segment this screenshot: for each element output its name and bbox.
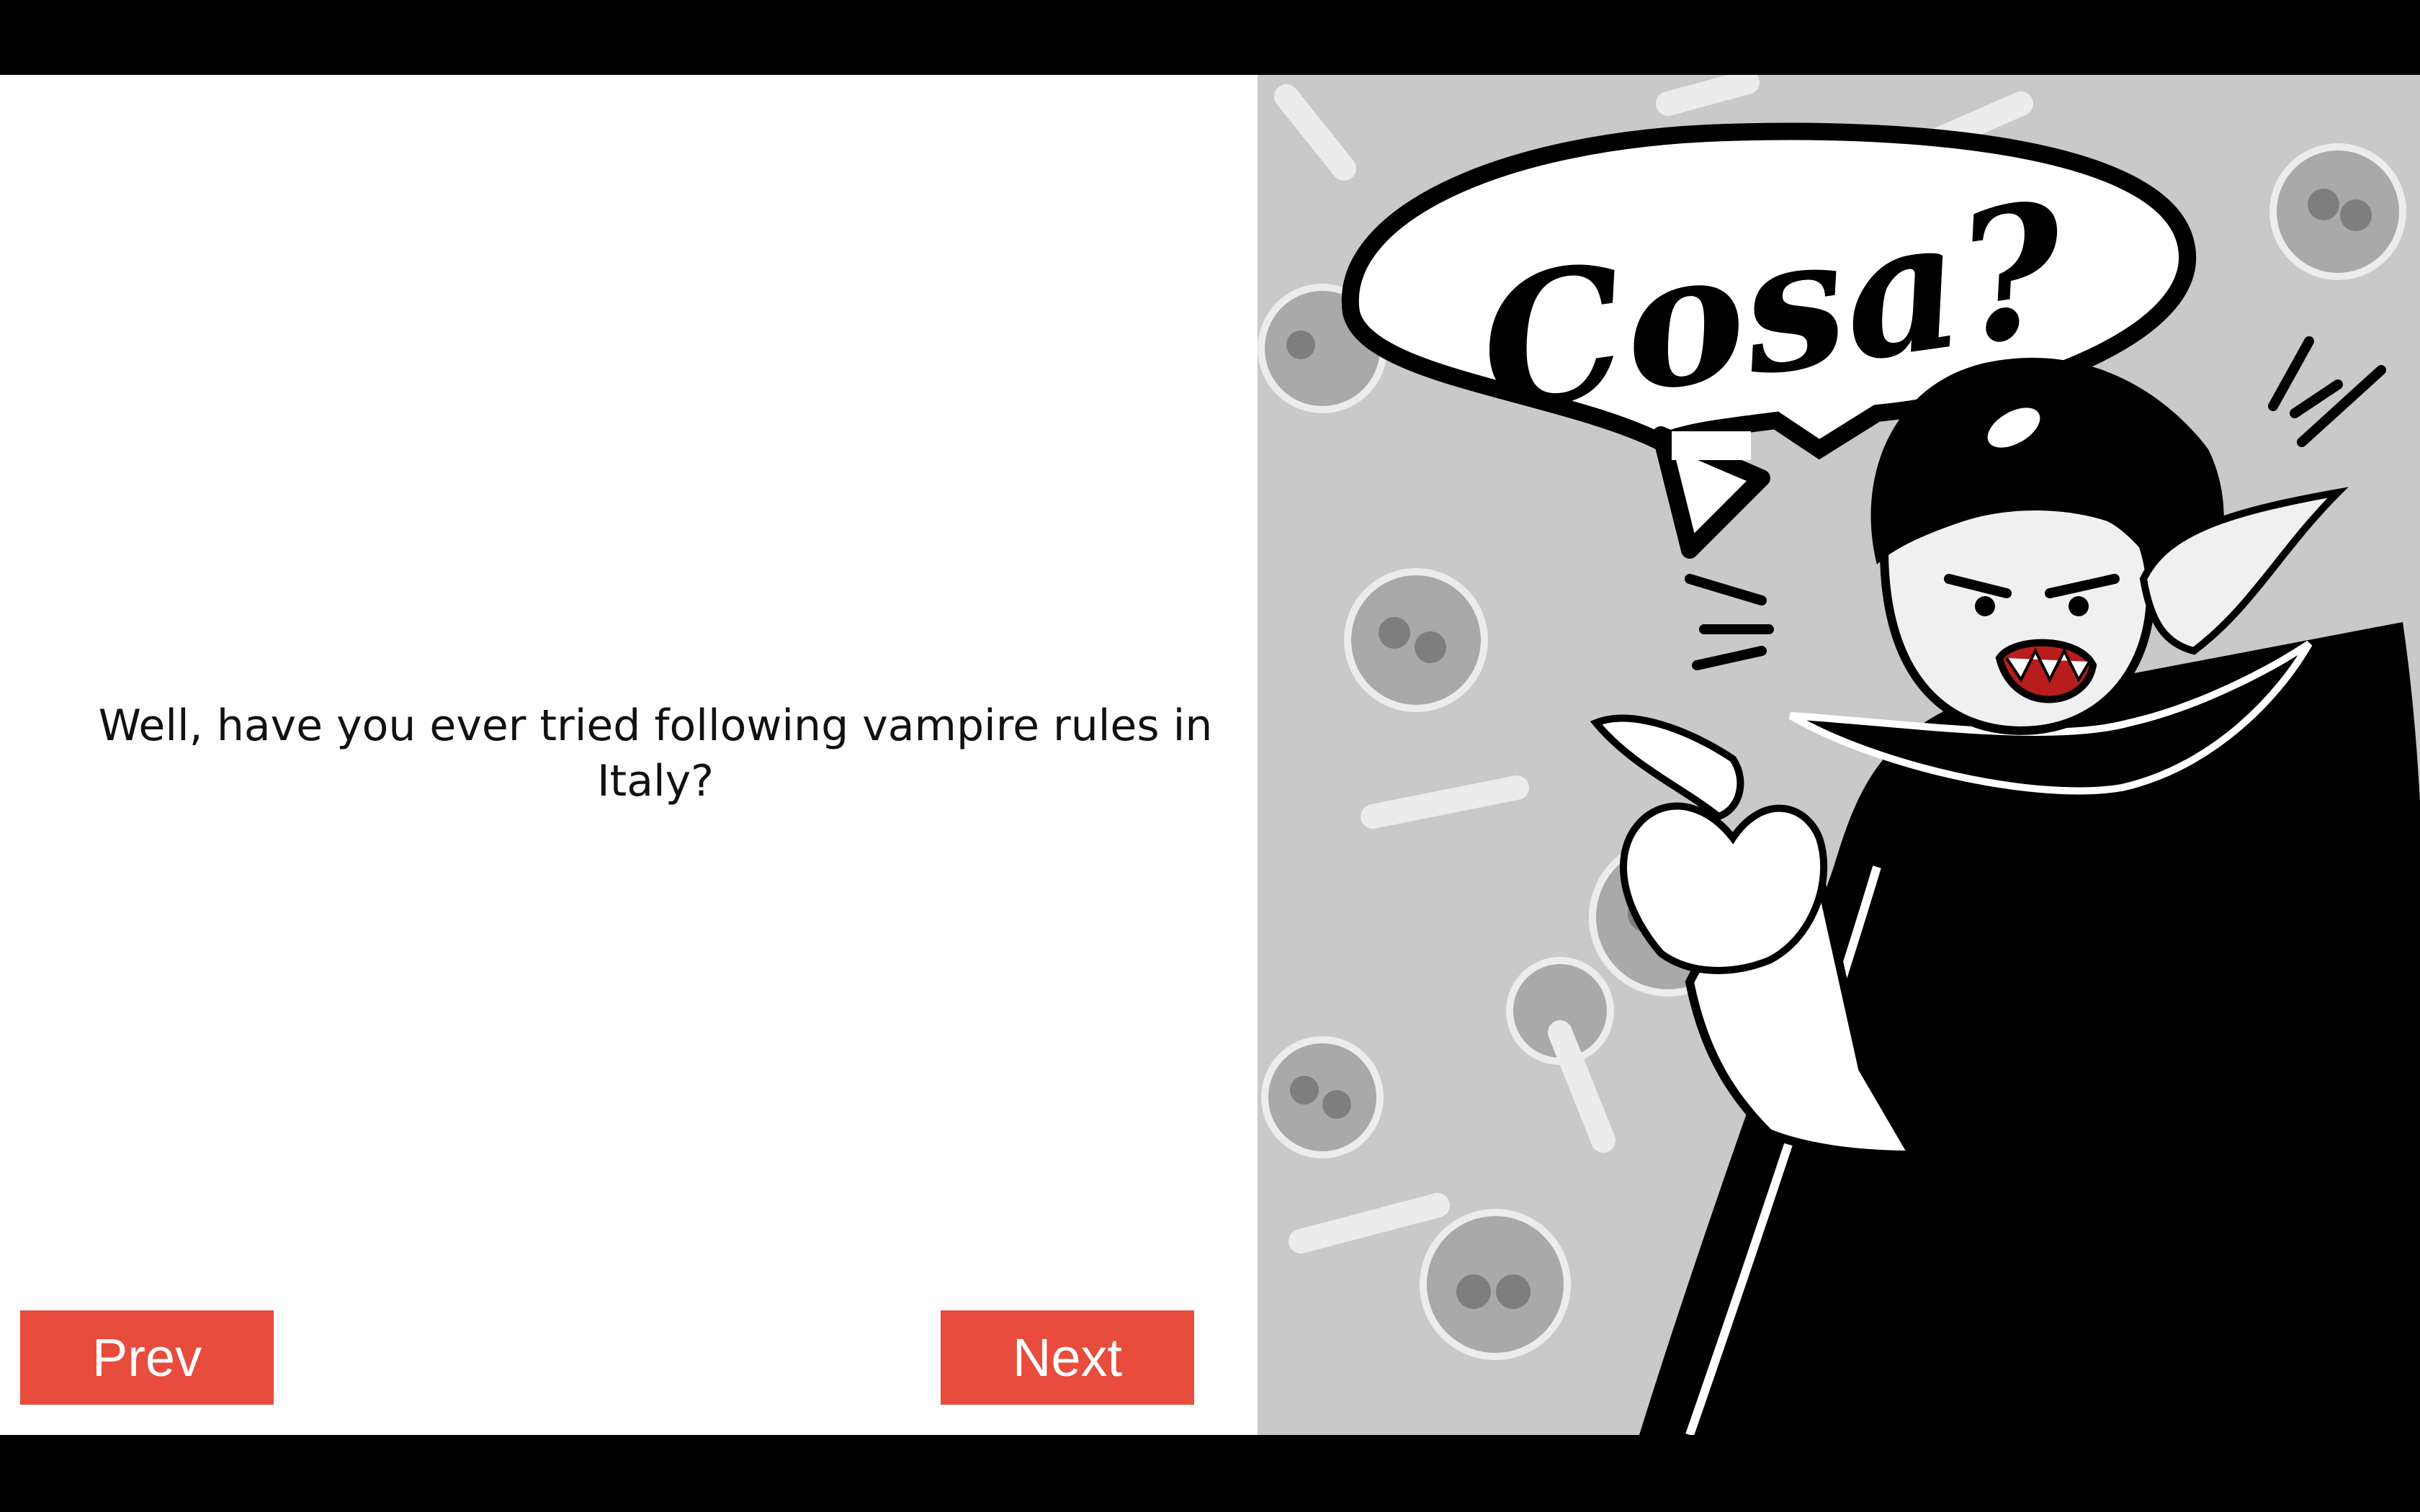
illustration-canvas: Cosa? — [1258, 75, 2420, 1435]
letterbox-bottom — [0, 1435, 2420, 1512]
letterbox-top — [0, 0, 2420, 75]
story-page: Well, have you ever tried following vamp… — [0, 75, 2420, 1435]
text-panel: Well, have you ever tried following vamp… — [0, 75, 1258, 1435]
story-text: Well, have you ever tried following vamp… — [98, 701, 1213, 806]
next-button[interactable]: Next — [941, 1310, 1194, 1405]
vampire-illustration: Cosa? — [1258, 75, 2420, 1435]
prev-button[interactable]: Prev — [20, 1310, 274, 1405]
